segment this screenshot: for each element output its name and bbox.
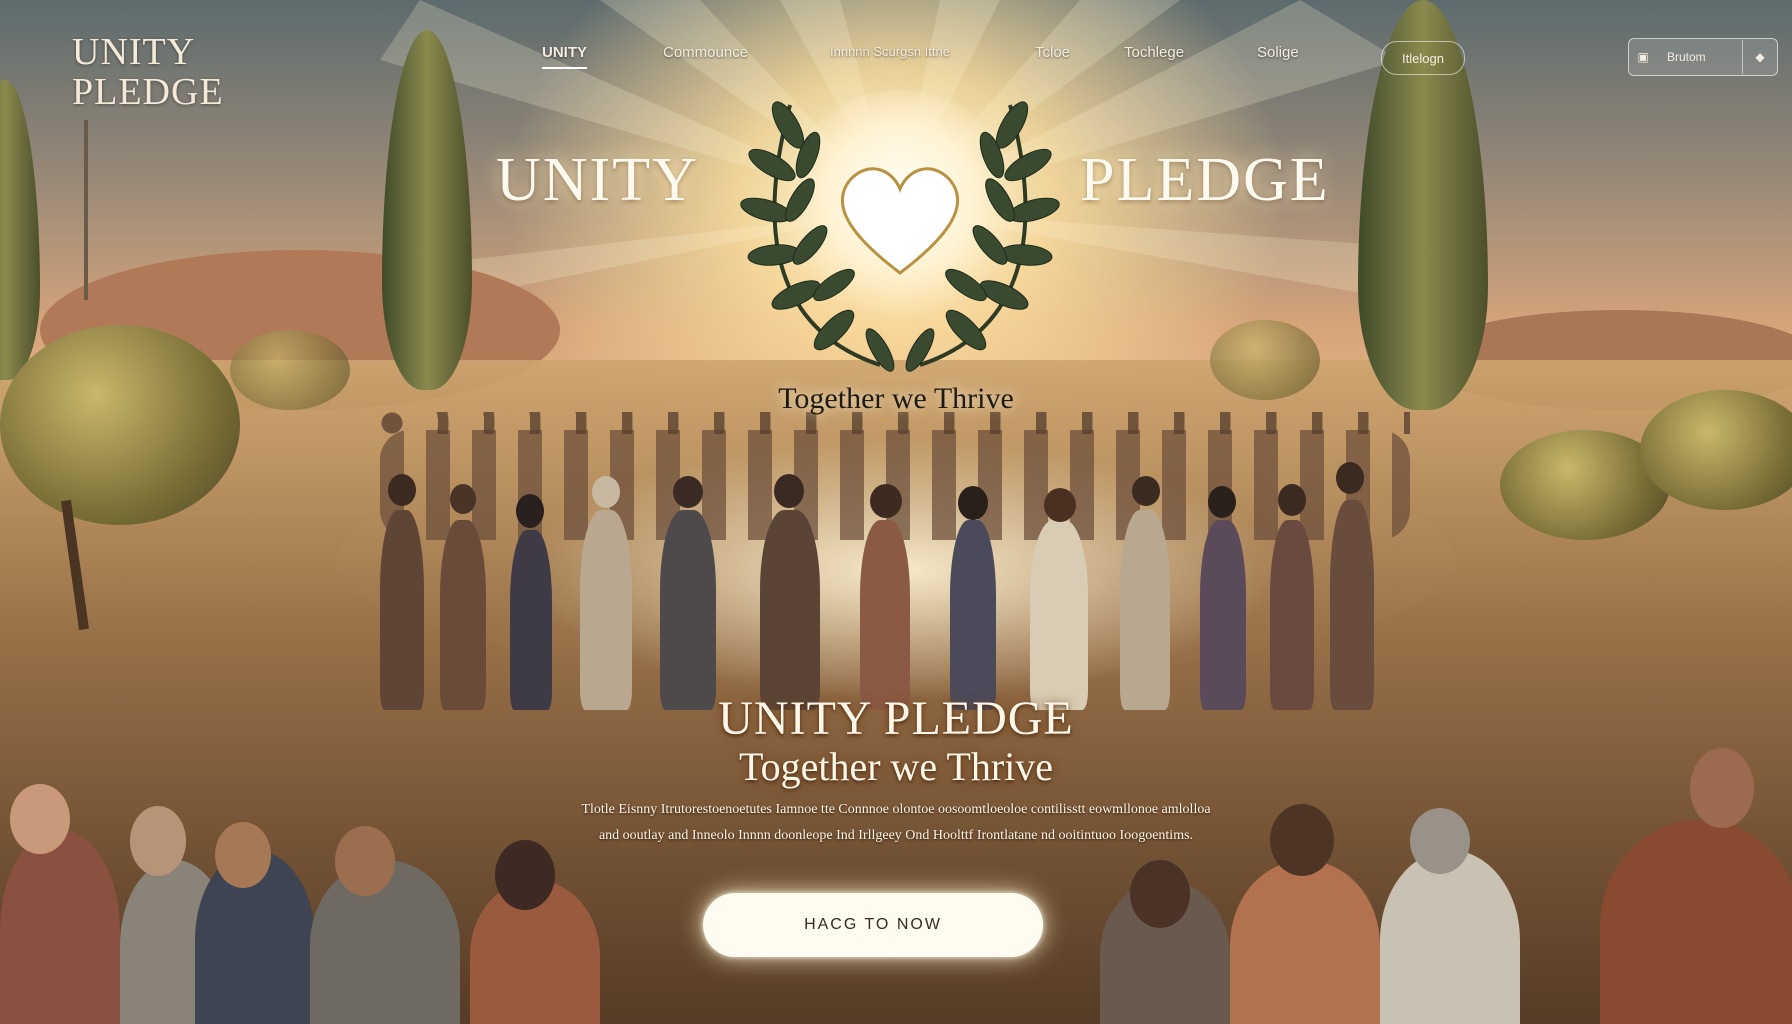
search-box[interactable]: ▣ Brutom ◆ xyxy=(1628,38,1778,76)
people-circle-front xyxy=(380,462,1420,710)
main-body-text: Tlotle Eisnny Itrutorestoenoetutes Iamno… xyxy=(470,797,1322,849)
tree-left xyxy=(0,325,240,525)
logo-line-2: PLEDGE xyxy=(72,71,224,113)
search-icon: ▣ xyxy=(1637,50,1649,64)
hero-tagline: Together we Thrive xyxy=(778,382,1014,415)
nav-item-tochlege[interactable]: Tochlege xyxy=(1124,44,1184,61)
body-line-2: and ooutlay and Inneolo Innnn doonleope … xyxy=(598,828,1194,843)
pole xyxy=(84,120,88,300)
main-subtitle: Together we Thrive xyxy=(738,744,1054,789)
search-text: Brutom xyxy=(1667,50,1706,64)
top-nav: UNITY Commounce Innnnn Scurgsn Ittne Tcl… xyxy=(0,40,1792,70)
main-title: UNITY PLEDGE xyxy=(718,692,1074,745)
laurel-heart-emblem xyxy=(740,90,1060,372)
nav-item-tcloe[interactable]: Tcloe xyxy=(1035,44,1070,61)
nav-item-solige[interactable]: Solige xyxy=(1257,44,1299,61)
cta-button[interactable]: HACG TO NOW xyxy=(703,893,1043,957)
nav-item-unity[interactable]: UNITY xyxy=(542,44,587,69)
login-button[interactable]: Itlelogn xyxy=(1381,41,1465,75)
nav-item-innnnn[interactable]: Innnnn Scurgsn Ittne xyxy=(830,44,950,59)
body-line-1: Tlotle Eisnny Itrutorestoenoetutes Iamno… xyxy=(581,802,1211,817)
diamond-icon[interactable]: ◆ xyxy=(1742,40,1777,74)
hero-background xyxy=(0,0,1792,1024)
hero-word-right: PLEDGE xyxy=(1080,146,1330,214)
hero-word-left: UNITY xyxy=(496,146,699,214)
nav-item-commounce[interactable]: Commounce xyxy=(663,44,748,61)
